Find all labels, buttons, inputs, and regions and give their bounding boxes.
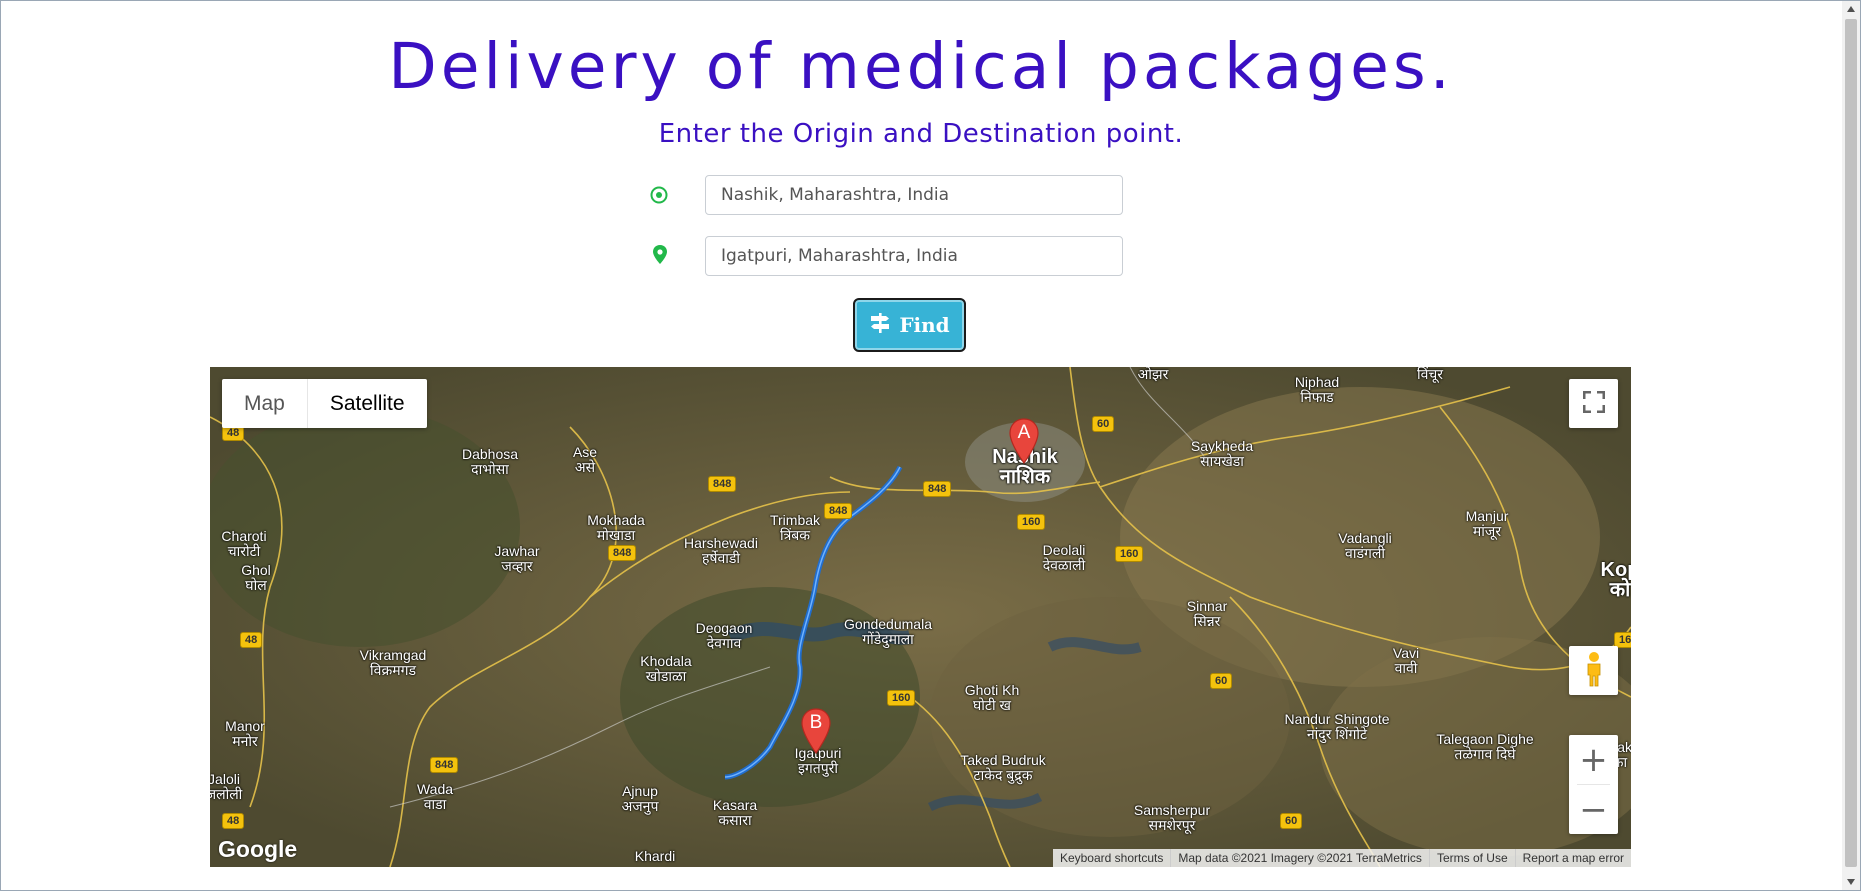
place-label-harshewadi: Harshewadi हर्षेवाडी — [684, 535, 758, 566]
map-type-satellite[interactable]: Satellite — [306, 379, 427, 428]
map-attribution: Keyboard shortcuts Map data ©2021 Imager… — [1052, 849, 1631, 867]
road-shield: 160 — [1115, 546, 1144, 562]
destination-input[interactable] — [705, 236, 1123, 276]
place-label-khodala: Khodala खोडाळा — [640, 653, 692, 684]
place-label-kasara: Kasara कसारा — [712, 797, 758, 828]
road-shield: 848 — [608, 545, 637, 561]
page-subtitle: Enter the Origin and Destination point. — [658, 119, 1184, 149]
place-label-trimbak: Trimbak त्रिंबक — [769, 512, 821, 543]
page-title: Delivery of medical packages. — [388, 30, 1454, 103]
place-label-vinchur: विंचूर — [1416, 367, 1444, 382]
scroll-up-arrow-icon[interactable] — [1847, 6, 1855, 12]
signpost-icon — [869, 312, 891, 339]
route-map[interactable]: 48 848 60 160 848 848 848 160 160 60 60 … — [210, 367, 1631, 867]
place-label-taked: Taked Budruk टाकेद बुद्रुक — [960, 752, 1046, 783]
place-label-nandur: Nandur Shingote नांदुर शिंगोटे — [1284, 711, 1390, 742]
road-shield: 48 — [222, 813, 245, 829]
map-pin-icon — [650, 244, 672, 266]
keyboard-shortcuts-link[interactable]: Keyboard shortcuts — [1053, 849, 1170, 867]
report-error-link[interactable]: Report a map error — [1514, 849, 1631, 867]
place-label-mokhada: Mokhada मोखाडा — [587, 512, 645, 543]
map-type-map[interactable]: Map — [222, 379, 307, 428]
road-shield: 848 — [708, 476, 737, 492]
place-label-vadangli: Vadangli वाडंगली — [1338, 530, 1392, 561]
road-shield: 160 — [887, 690, 916, 706]
place-label-ajnup: Ajnup अजनुप — [621, 783, 659, 814]
road-shield: 160 — [1017, 514, 1046, 530]
zoom-in-button[interactable]: + — [1569, 735, 1618, 784]
place-label-dabhosa: Dabhosa दाभोसा — [461, 446, 519, 477]
map-type-control: Map Satellite — [222, 379, 427, 428]
place-label-manor: Manor मनोर — [225, 718, 265, 749]
page-scrollbar[interactable] — [1842, 1, 1860, 890]
road-shield: 848 — [923, 481, 952, 497]
google-logo[interactable]: Google — [218, 836, 297, 863]
road-shield: 60 — [1092, 416, 1115, 432]
place-label-kop: Kopको — [1600, 559, 1631, 601]
place-label-jaloli: Jaloli जलोली — [210, 771, 243, 802]
pegman-icon — [1584, 651, 1604, 691]
road-shield: 848 — [430, 757, 459, 773]
place-label-ghoti: Ghoti Kh घोटी ख — [964, 682, 1020, 713]
road-shield: 60 — [1210, 673, 1233, 689]
scroll-down-arrow-icon[interactable] — [1847, 879, 1855, 885]
fullscreen-icon — [1582, 390, 1605, 417]
road-shield: 60 — [1280, 813, 1303, 829]
origin-marker-label: A — [1017, 422, 1031, 443]
place-label-charoti: Charoti चारोटी — [221, 528, 267, 559]
place-label-manjur: Manjur मांजूर — [1465, 508, 1509, 539]
zoom-control: + − — [1569, 735, 1618, 834]
street-view-button[interactable] — [1569, 646, 1618, 695]
destination-marker-label: B — [809, 712, 823, 733]
find-button-label: Find — [899, 313, 950, 337]
place-label-gondedumala: Gondedumala गोंडेदुमाला — [844, 616, 932, 647]
origin-input[interactable] — [705, 175, 1123, 215]
find-button[interactable]: Find — [853, 298, 966, 352]
place-label-vikramgad: Vikramgad विक्रमगड — [359, 647, 427, 678]
place-label-samsherpur: Samsherpur समशेरपूर — [1133, 802, 1211, 833]
road-shield: 848 — [824, 503, 853, 519]
fullscreen-button[interactable] — [1569, 379, 1618, 428]
place-label-saykheda: Saykheda सायखेडा — [1190, 438, 1254, 469]
map-data-text: Map data ©2021 Imagery ©2021 TerraMetric… — [1170, 849, 1429, 867]
place-label-ase: Ase असे — [572, 444, 598, 475]
place-label-deolali: Deolali देवळाली — [1042, 542, 1086, 573]
place-label-khardi: Khardi — [634, 848, 676, 864]
place-label-talegaon: Talegaon Dighe तळेगाव दिघे — [1436, 731, 1534, 762]
target-circle-icon — [648, 184, 670, 206]
place-label-wada: Wada वाडा — [416, 781, 454, 812]
road-shield: 48 — [240, 632, 263, 648]
place-label-deogaon: Deogaon देवगाव — [695, 620, 753, 651]
scrollbar-thumb[interactable] — [1845, 19, 1857, 867]
place-label-niphad: Niphad निफाड — [1294, 374, 1340, 405]
place-label-sinnar: Sinnar सिन्नर — [1186, 598, 1228, 629]
destination-marker[interactable]: B — [799, 707, 833, 755]
place-label-vavi: Vavi वावी — [1392, 645, 1420, 676]
place-label-ozhar: ओझर — [1137, 367, 1169, 382]
place-label-ghol: Ghol घोल — [241, 562, 271, 593]
terms-link[interactable]: Terms of Use — [1428, 849, 1515, 867]
origin-marker[interactable]: A — [1007, 417, 1041, 465]
place-label-jawhar: Jawhar जव्हार — [494, 543, 540, 574]
zoom-out-button[interactable]: − — [1569, 785, 1618, 834]
